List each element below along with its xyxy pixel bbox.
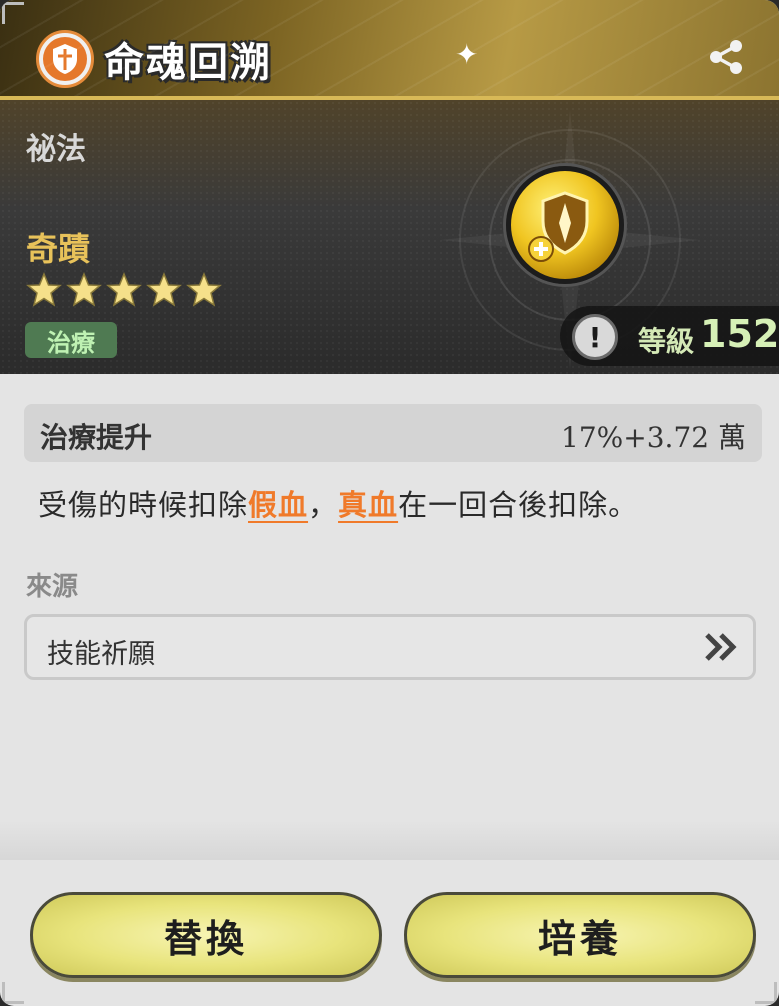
star-rating [26, 272, 222, 308]
skill-detail-panel: 命魂回溯 ✦ 祕法 奇蹟 治療 ! 等級 152 治療提升 17%+3.72 萬… [0, 0, 779, 1006]
frame-corner [2, 982, 24, 1004]
level-value: 152 [700, 312, 779, 356]
rarity-label: 奇蹟 [26, 230, 91, 268]
source-label: 來源 [26, 572, 79, 602]
page-title: 命魂回溯 [104, 39, 272, 86]
cultivate-button[interactable]: 培養 [404, 892, 756, 978]
keyword-fake-hp[interactable]: 假血 [248, 488, 308, 522]
stat-value: 17%+3.72 萬 [561, 421, 746, 454]
skill-category: 祕法 [26, 132, 86, 167]
replace-button[interactable]: 替換 [30, 892, 382, 978]
stat-row: 治療提升 17%+3.72 萬 [24, 404, 762, 462]
section-divider [0, 820, 779, 860]
share-icon[interactable] [707, 38, 745, 76]
header-bar: 命魂回溯 ✦ [0, 0, 779, 100]
exclamation-icon[interactable]: ! [572, 314, 618, 360]
skill-type-tag: 治療 [25, 322, 117, 358]
sparkle-icon: ✦ [455, 38, 479, 71]
star-icon [146, 272, 182, 307]
golden-shield-medal-icon [506, 166, 624, 284]
source-item-label: 技能祈願 [47, 639, 155, 670]
desc-text: 受傷的時候扣除 [38, 488, 249, 522]
star-icon [66, 272, 102, 307]
star-icon [26, 272, 62, 307]
star-icon [186, 272, 222, 307]
desc-text: 在一回合後扣除。 [398, 488, 639, 522]
shield-emblem-icon [36, 30, 94, 88]
source-link[interactable]: 技能祈願 [24, 614, 756, 680]
skill-hero: 祕法 奇蹟 治療 ! 等級 152 [0, 100, 779, 374]
double-chevron-right-icon [705, 633, 737, 661]
stat-name: 治療提升 [40, 421, 153, 454]
skill-description: 受傷的時候扣除假血，真血在一回合後扣除。 [38, 482, 638, 524]
level-label: 等級 [638, 325, 695, 358]
keyword-real-hp[interactable]: 真血 [338, 488, 398, 522]
frame-corner [755, 982, 777, 1004]
star-icon [106, 272, 142, 307]
frame-corner [2, 2, 24, 24]
desc-text: ， [308, 488, 339, 522]
